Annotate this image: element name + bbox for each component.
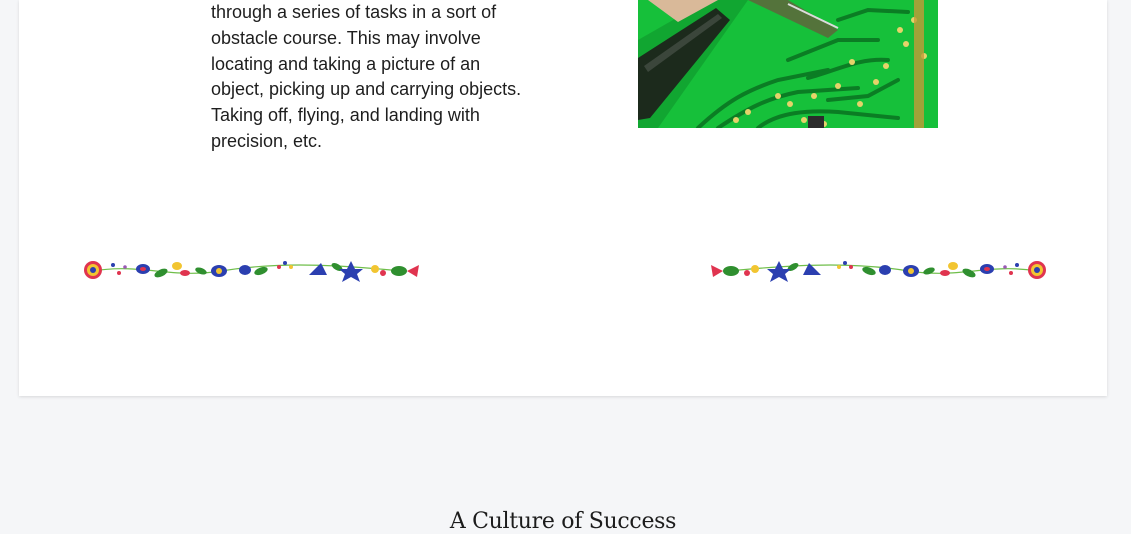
floral-border-left-icon	[84, 261, 419, 282]
paragraph-line: precision, etc.	[211, 130, 323, 151]
paragraph-line: Taking off, flying, and landing with	[211, 105, 480, 126]
circuit-board-image	[638, 0, 938, 128]
paragraph-line: through a series of tasks in a sort of	[211, 2, 497, 22]
circuit-board-illustration	[638, 0, 938, 128]
section-title: A Culture of Success	[449, 509, 677, 534]
paragraph-line: locating and taking a picture of an	[211, 53, 481, 74]
paragraph-line: obstacle course. This may involve	[211, 27, 481, 48]
decorative-border-row: A Culture of Success	[19, 253, 1107, 534]
floral-border-right-icon	[711, 261, 1046, 282]
paragraph-line: object, picking up and carrying objects.	[211, 79, 522, 100]
article-paragraph: through a series of tasks in a sort of o…	[211, 0, 541, 155]
content-card: through a series of tasks in a sort of o…	[19, 0, 1107, 534]
